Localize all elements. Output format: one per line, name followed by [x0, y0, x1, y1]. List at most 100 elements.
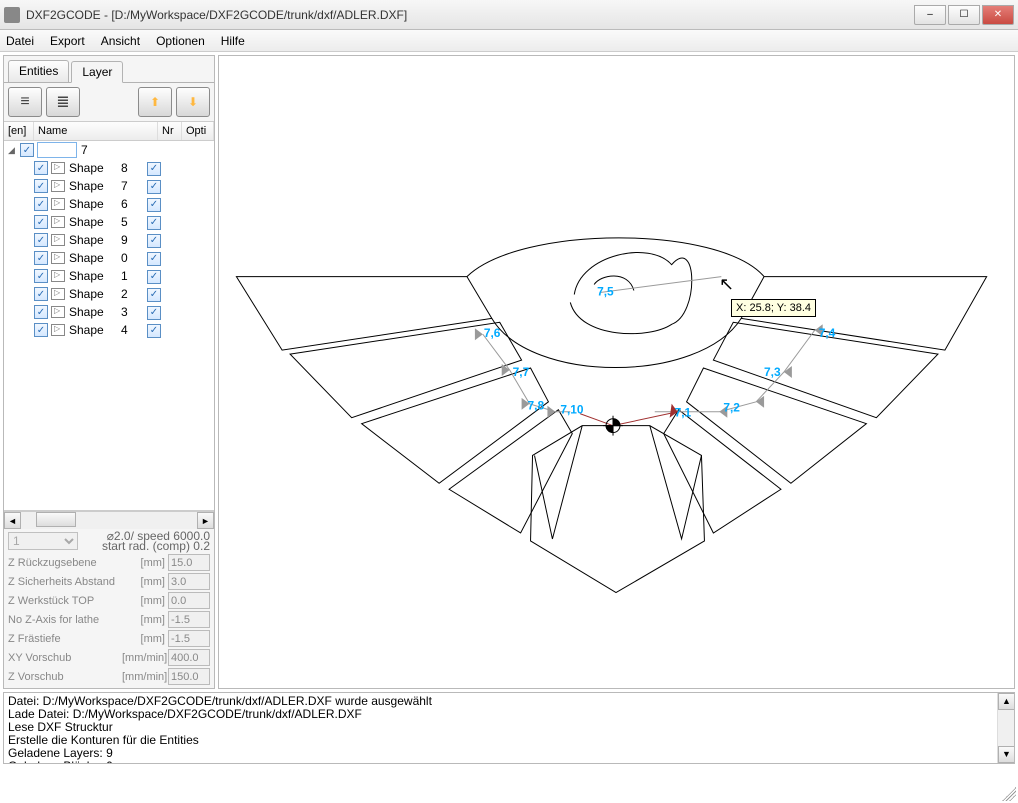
path-label-76: 7,6	[484, 326, 501, 340]
param-label: No Z-Axis for lathe	[8, 614, 122, 626]
tree-row[interactable]: Shape9	[4, 231, 214, 249]
checkbox-icon[interactable]	[147, 288, 161, 302]
left-panel: Entities Layer [en] Name Nr Opti ◢ 7 Sha…	[3, 55, 215, 689]
tree-header-name[interactable]: Name	[34, 122, 158, 140]
toolbar-movedown-button[interactable]	[176, 87, 210, 117]
param-label: Z Werkstück TOP	[8, 595, 122, 607]
checkbox-icon[interactable]	[147, 270, 161, 284]
checkbox-icon[interactable]	[147, 324, 161, 338]
tool-select[interactable]: 1	[8, 532, 78, 550]
checkbox-icon[interactable]	[147, 252, 161, 266]
checkbox-icon[interactable]	[34, 323, 48, 337]
param-input[interactable]	[168, 611, 210, 628]
tree-row[interactable]: Shape4	[4, 321, 214, 339]
checkbox-icon[interactable]	[34, 233, 48, 247]
tree-header-nr[interactable]: Nr	[158, 122, 182, 140]
checkbox-icon[interactable]	[147, 180, 161, 194]
log-panel[interactable]: Datei: D:/MyWorkspace/DXF2GCODE/trunk/dx…	[3, 692, 1015, 764]
menu-export[interactable]: Export	[50, 34, 85, 48]
checkbox-icon[interactable]	[34, 197, 48, 211]
tree-row-nr: 2	[121, 287, 143, 301]
checkbox-icon[interactable]	[34, 305, 48, 319]
checkbox-icon[interactable]	[147, 162, 161, 176]
tree-row-name: Shape	[69, 305, 121, 319]
tree-row[interactable]: Shape0	[4, 249, 214, 267]
toolbar-list2-button[interactable]	[46, 87, 80, 117]
tab-layer[interactable]: Layer	[71, 61, 123, 83]
tree-row-name: Shape	[69, 233, 121, 247]
path-label-74: 7,4	[819, 326, 836, 340]
scroll-down-button[interactable]: ▼	[998, 746, 1015, 763]
checkbox-icon[interactable]	[147, 306, 161, 320]
param-label: Z Sicherheits Abstand	[8, 576, 122, 588]
scroll-up-button[interactable]: ▲	[998, 693, 1015, 710]
tree-row-nr: 7	[121, 179, 143, 193]
checkbox-icon[interactable]	[34, 215, 48, 229]
checkbox-icon[interactable]	[147, 234, 161, 248]
resize-grip[interactable]	[1002, 787, 1016, 801]
cursor-icon: ↖	[719, 274, 734, 295]
scroll-right-button[interactable]: ►	[197, 512, 214, 529]
param-unit: [mm]	[122, 614, 168, 626]
param-input[interactable]	[168, 668, 210, 685]
tree-row[interactable]: Shape5	[4, 213, 214, 231]
checkbox-icon[interactable]	[34, 287, 48, 301]
tree-header-opti[interactable]: Opti	[182, 122, 214, 140]
shape-icon	[51, 216, 65, 228]
canvas-area[interactable]: 7,5 7,6 7,7 7,8 7,10 7,1 7,2 7,3 7,4 ↖ X…	[218, 55, 1015, 689]
log-vscroll[interactable]: ▲ ▼	[997, 693, 1014, 763]
tree-row[interactable]: Shape7	[4, 177, 214, 195]
shape-icon	[51, 324, 65, 336]
tree-row-name: Shape	[69, 287, 121, 301]
param-input[interactable]	[168, 649, 210, 666]
checkbox-icon[interactable]	[20, 143, 34, 157]
path-label-75: 7,5	[597, 284, 614, 298]
tree-row[interactable]: Shape3	[4, 303, 214, 321]
tab-entities[interactable]: Entities	[8, 60, 69, 82]
tree-root-row[interactable]: ◢ 7	[4, 141, 214, 159]
window-close-button[interactable]	[982, 5, 1014, 25]
tree-row[interactable]: Shape8	[4, 159, 214, 177]
tree-hscroll[interactable]: ◄ ►	[4, 511, 214, 529]
param-input[interactable]	[168, 592, 210, 609]
tree-row[interactable]: Shape2	[4, 285, 214, 303]
menu-datei[interactable]: Datei	[6, 34, 34, 48]
param-row: Z Sicherheits Abstand[mm]	[8, 572, 210, 591]
menu-ansicht[interactable]: Ansicht	[101, 34, 140, 48]
tree-row[interactable]: Shape1	[4, 267, 214, 285]
menu-optionen[interactable]: Optionen	[156, 34, 205, 48]
checkbox-icon[interactable]	[147, 198, 161, 212]
param-input[interactable]	[168, 630, 210, 647]
param-row: XY Vorschub[mm/min]	[8, 648, 210, 667]
window-title: DXF2GCODE - [D:/MyWorkspace/DXF2GCODE/tr…	[26, 8, 912, 22]
scroll-thumb[interactable]	[36, 512, 76, 527]
checkbox-icon[interactable]	[147, 216, 161, 230]
tree-row-nr: 1	[121, 269, 143, 283]
log-line: Erstelle die Konturen für die Entities	[8, 734, 1010, 747]
tree-row[interactable]: Shape6	[4, 195, 214, 213]
param-label: Z Vorschub	[8, 671, 122, 683]
path-label-72: 7,2	[723, 401, 740, 415]
checkbox-icon[interactable]	[34, 269, 48, 283]
tree-row-nr: 8	[121, 161, 143, 175]
tree-header-en: [en]	[4, 122, 34, 140]
tree-row-name: Shape	[69, 197, 121, 211]
checkbox-icon[interactable]	[34, 161, 48, 175]
menu-hilfe[interactable]: Hilfe	[221, 34, 245, 48]
tree-row-nr: 6	[121, 197, 143, 211]
checkbox-icon[interactable]	[34, 179, 48, 193]
toolbar-moveup-button[interactable]	[138, 87, 172, 117]
param-label: XY Vorschub	[8, 652, 122, 664]
param-row: Z Werkstück TOP[mm]	[8, 591, 210, 610]
shape-icon	[51, 252, 65, 264]
tree-root-name-input[interactable]	[37, 142, 77, 158]
window-minimize-button[interactable]	[914, 5, 946, 25]
param-input[interactable]	[168, 573, 210, 590]
scroll-left-button[interactable]: ◄	[4, 512, 21, 529]
layer-tree[interactable]: ◢ 7 Shape8Shape7Shape6Shape5Shape9Shape0…	[4, 141, 214, 511]
toolbar-list1-button[interactable]	[8, 87, 42, 117]
checkbox-icon[interactable]	[34, 251, 48, 265]
window-maximize-button[interactable]	[948, 5, 980, 25]
param-input[interactable]	[168, 554, 210, 571]
tree-row-nr: 0	[121, 251, 143, 265]
